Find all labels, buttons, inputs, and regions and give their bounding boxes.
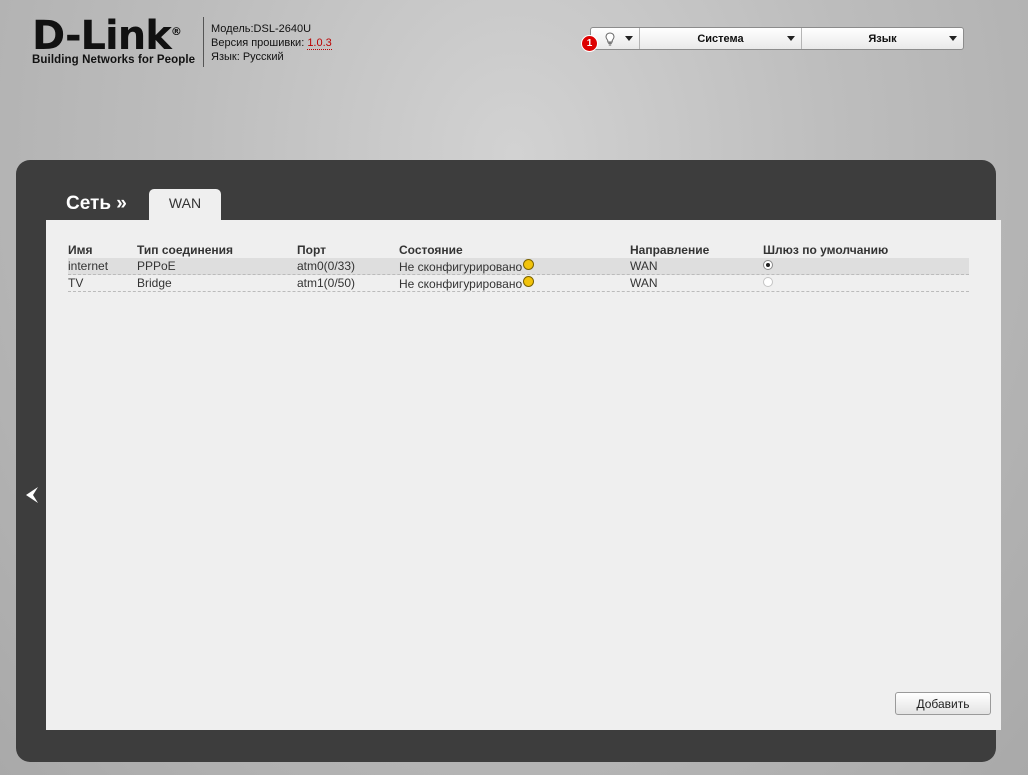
default-gateway-radio[interactable] <box>763 260 773 270</box>
system-menu-label: Система <box>697 32 744 45</box>
cell-name: TV <box>68 276 84 290</box>
breadcrumb-network[interactable]: Сеть » <box>66 193 127 215</box>
chevron-down-icon <box>625 36 633 41</box>
language-label: Язык: <box>211 51 240 63</box>
top-toolbar: Система Язык <box>590 27 964 50</box>
cell-type: Bridge <box>137 276 172 290</box>
cell-state: Не сконфигурировано <box>399 260 523 274</box>
logo-tagline: Building Networks for People <box>32 54 196 66</box>
dlink-logo: D-Link® Building Networks for People <box>32 13 196 66</box>
status-dot-icon <box>523 259 535 270</box>
cell-port: atm0(0/33) <box>297 259 356 273</box>
table-row[interactable]: TV Bridge atm1(0/50) Не сконфигурировано… <box>68 275 969 292</box>
model-label: Модель: <box>211 23 254 35</box>
status-dot-icon <box>523 276 535 287</box>
cell-type: PPPoE <box>137 259 176 273</box>
col-header-name: Имя <box>68 243 93 257</box>
header-divider <box>203 17 204 67</box>
device-info: Модель:DSL-2640U Версия прошивки: 1.0.3 … <box>211 22 332 64</box>
notifications-menu[interactable] <box>591 28 640 49</box>
col-header-type: Тип соединения <box>137 243 234 257</box>
firmware-label: Версия прошивки: <box>211 37 305 49</box>
cell-state: Не сконфигурировано <box>399 277 523 291</box>
chevron-down-icon <box>787 36 795 41</box>
cell-name: internet <box>68 259 109 273</box>
chevron-down-icon <box>949 36 957 41</box>
tab-wan[interactable]: WAN <box>149 189 221 221</box>
table-row[interactable]: internet PPPoE atm0(0/33) Не сконфигурир… <box>68 258 969 275</box>
col-header-default-gateway: Шлюз по умолчанию <box>763 243 889 257</box>
col-header-port: Порт <box>297 243 327 257</box>
wan-content-panel: Имя Тип соединения Порт Состояние Направ… <box>46 220 1001 730</box>
cell-direction: WAN <box>630 276 658 290</box>
cell-direction: WAN <box>630 259 658 273</box>
notification-badge[interactable]: 1 <box>582 36 597 51</box>
language-value: Русский <box>242 51 284 63</box>
language-menu[interactable]: Язык <box>802 28 963 49</box>
bulb-icon <box>605 31 615 46</box>
col-header-direction: Направление <box>630 243 710 257</box>
logo-text: D-Link <box>32 13 172 59</box>
language-menu-label: Язык <box>868 32 897 45</box>
model-value: DSL-2640U <box>253 23 312 35</box>
system-menu[interactable]: Система <box>640 28 802 49</box>
default-gateway-radio[interactable] <box>763 277 773 287</box>
table-header: Имя Тип соединения Порт Состояние Направ… <box>68 242 969 258</box>
firmware-version-link[interactable]: 1.0.3 <box>307 37 332 50</box>
add-button[interactable]: Добавить <box>895 692 991 715</box>
col-header-state: Состояние <box>399 243 463 257</box>
back-arrow-icon[interactable] <box>24 486 40 504</box>
cell-port: atm1(0/50) <box>297 276 356 290</box>
